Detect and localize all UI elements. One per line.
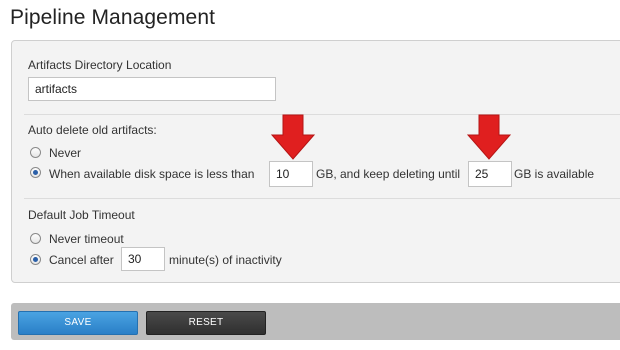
timeout-minutes-input[interactable] (121, 247, 165, 271)
down-arrow-icon (467, 114, 511, 160)
page-title: Pipeline Management (10, 6, 216, 29)
artifacts-dir-input[interactable] (28, 77, 276, 101)
auto-delete-suffix-label: GB is available (514, 167, 595, 181)
section-divider (24, 198, 620, 199)
save-button[interactable]: SAVE (18, 311, 138, 335)
min-disk-space-input[interactable] (269, 161, 313, 187)
artifacts-dir-label: Artifacts Directory Location (28, 58, 172, 72)
timeout-suffix-label: minute(s) of inactivity (169, 253, 282, 267)
action-bar: SAVE RESET (11, 303, 620, 340)
never-timeout-radio[interactable] (30, 233, 41, 244)
job-timeout-label: Default Job Timeout (28, 208, 135, 222)
auto-delete-label: Auto delete old artifacts: (28, 123, 157, 137)
never-timeout-label: Never timeout (49, 232, 124, 246)
target-disk-space-input[interactable] (468, 161, 512, 187)
settings-panel: Artifacts Directory Location Auto delete… (11, 40, 620, 283)
cancel-after-label: Cancel after (49, 253, 114, 267)
auto-delete-never-radio[interactable] (30, 147, 41, 158)
reset-button[interactable]: RESET (146, 311, 266, 335)
section-divider (24, 114, 620, 115)
down-arrow-icon (271, 114, 315, 160)
cancel-after-radio[interactable] (30, 254, 41, 265)
auto-delete-middle-label: GB, and keep deleting until (316, 167, 461, 181)
auto-delete-when-radio[interactable] (30, 167, 41, 178)
auto-delete-never-label: Never (49, 146, 82, 160)
auto-delete-when-label: When available disk space is less than (49, 167, 255, 181)
